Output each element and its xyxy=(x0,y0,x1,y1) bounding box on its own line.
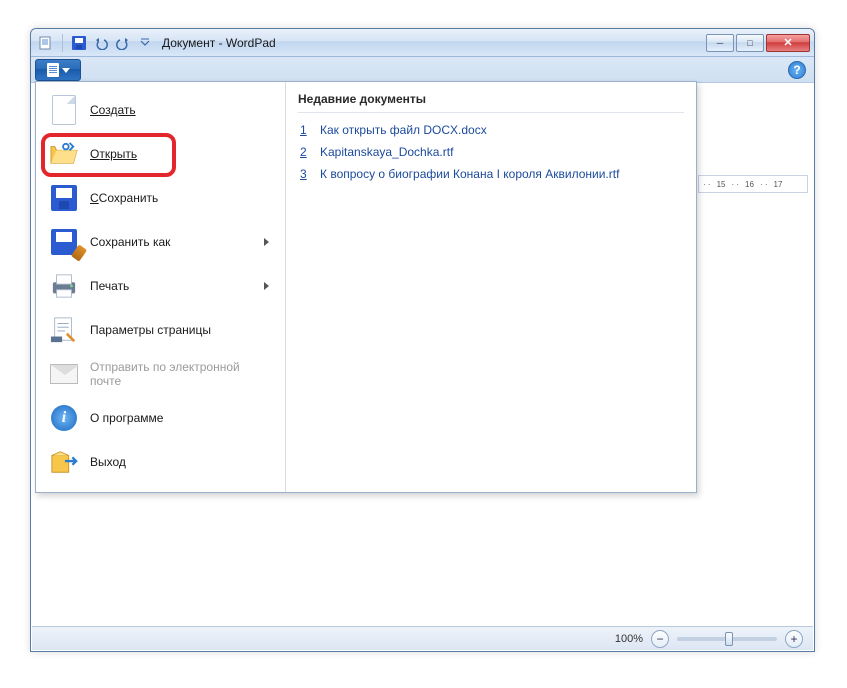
save-icon xyxy=(48,182,80,214)
slider-thumb[interactable] xyxy=(725,632,733,646)
save-as-icon xyxy=(48,226,80,258)
ruler-mark: 17 xyxy=(774,180,783,189)
ruler-mark: 15 xyxy=(717,180,726,189)
recent-document-item[interactable]: 3 К вопросу о биографии Конана I короля … xyxy=(298,163,684,185)
zoom-out-button[interactable]: − xyxy=(651,630,669,648)
file-tab[interactable] xyxy=(35,59,81,81)
menu-label: Выход xyxy=(90,455,273,469)
ruler-mark: 16 xyxy=(745,180,754,189)
page-setup-icon xyxy=(48,314,80,346)
file-menu: Создать Открыть Сdocument.currentScript.… xyxy=(35,81,697,493)
ribbon-tabs: ? xyxy=(31,57,814,83)
recent-documents-header: Недавние документы xyxy=(298,92,684,113)
wordpad-window: Документ - WordPad ─ □ ✕ ? · · 15 · · 16… xyxy=(30,28,815,652)
file-menu-commands: Создать Открыть Сdocument.currentScript.… xyxy=(36,82,286,492)
submenu-arrow-icon xyxy=(264,282,269,290)
status-bar: 100% − + xyxy=(32,626,813,650)
recent-item-number: 2 xyxy=(300,145,310,159)
info-icon: i xyxy=(48,402,80,434)
qat-customize-icon[interactable] xyxy=(136,34,154,52)
mail-icon xyxy=(48,358,80,390)
menu-label: Сdocument.currentScript.previousElementS… xyxy=(90,191,273,205)
menu-new[interactable]: Создать xyxy=(40,88,281,132)
new-document-icon xyxy=(48,94,80,126)
window-controls: ─ □ ✕ xyxy=(706,34,810,52)
minimize-button[interactable]: ─ xyxy=(706,34,734,52)
undo-icon[interactable] xyxy=(92,34,110,52)
menu-save-as[interactable]: Сохранить как xyxy=(40,220,281,264)
zoom-slider[interactable] xyxy=(677,637,777,641)
menu-label: Сохранить как xyxy=(90,235,254,249)
menu-label: О программе xyxy=(90,411,273,425)
menu-print[interactable]: Печать xyxy=(40,264,281,308)
help-button[interactable]: ? xyxy=(788,61,806,79)
submenu-arrow-icon xyxy=(264,238,269,246)
file-tab-icon xyxy=(47,63,59,77)
maximize-button[interactable]: □ xyxy=(736,34,764,52)
recent-document-item[interactable]: 1 Как открыть файл DOCX.docx xyxy=(298,119,684,141)
quick-access-toolbar xyxy=(37,34,154,52)
recent-documents-panel: Недавние документы 1 Как открыть файл DO… xyxy=(286,82,696,492)
recent-item-number: 3 xyxy=(300,167,310,181)
window-title: Документ - WordPad xyxy=(162,36,276,50)
exit-icon xyxy=(48,446,80,478)
menu-label: Открыть xyxy=(90,147,273,161)
zoom-level: 100% xyxy=(615,633,643,645)
recent-item-number: 1 xyxy=(300,123,310,137)
menu-page-setup[interactable]: Параметры страницы xyxy=(40,308,281,352)
recent-item-name: К вопросу о биографии Конана I короля Ак… xyxy=(320,167,619,181)
redo-icon[interactable] xyxy=(114,34,132,52)
close-button[interactable]: ✕ xyxy=(766,34,810,52)
chevron-down-icon xyxy=(62,68,70,73)
folder-open-icon xyxy=(48,138,80,170)
app-icon xyxy=(37,34,55,52)
titlebar: Документ - WordPad ─ □ ✕ xyxy=(31,29,814,57)
menu-save[interactable]: Сdocument.currentScript.previousElementS… xyxy=(40,176,281,220)
printer-icon xyxy=(48,270,80,302)
menu-label: Печать xyxy=(90,279,254,293)
menu-label: Создать xyxy=(90,103,273,117)
recent-item-name: Как открыть файл DOCX.docx xyxy=(320,123,487,137)
zoom-in-button[interactable]: + xyxy=(785,630,803,648)
menu-exit[interactable]: Выход xyxy=(40,440,281,484)
menu-send-email: Отправить по электронной почте xyxy=(40,352,281,396)
recent-document-item[interactable]: 2 Kapitanskaya_Dochka.rtf xyxy=(298,141,684,163)
ruler: · · 15 · · 16 · · 17 xyxy=(698,175,808,193)
qat-separator xyxy=(62,34,63,52)
recent-item-name: Kapitanskaya_Dochka.rtf xyxy=(320,145,453,159)
menu-label: Параметры страницы xyxy=(90,323,273,337)
menu-open[interactable]: Открыть xyxy=(40,132,281,176)
menu-about[interactable]: i О программе xyxy=(40,396,281,440)
menu-label: Отправить по электронной почте xyxy=(90,360,273,388)
save-icon[interactable] xyxy=(70,34,88,52)
